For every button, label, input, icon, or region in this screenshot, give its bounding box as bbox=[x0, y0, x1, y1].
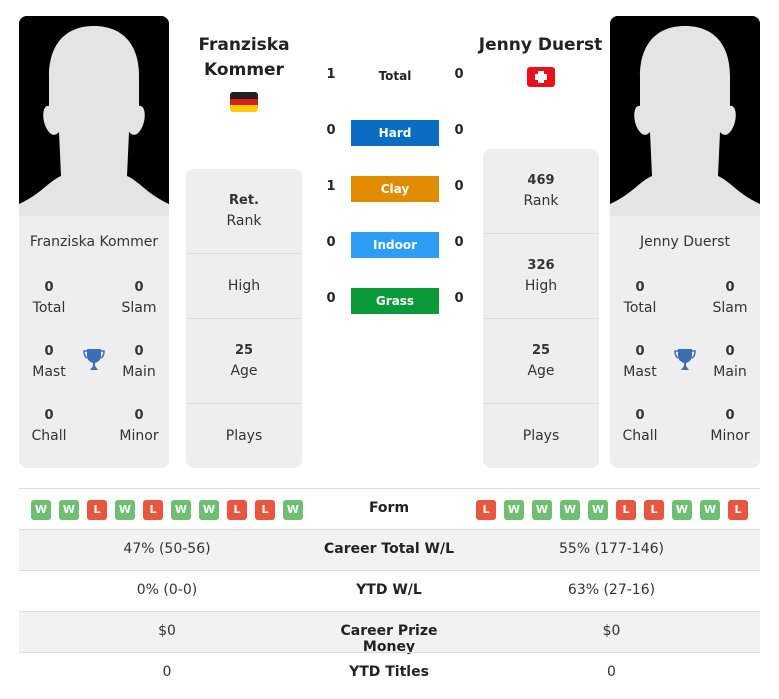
h2h-hard-p1: 0 bbox=[326, 123, 336, 138]
player1-form-badge-win[interactable]: W bbox=[283, 500, 303, 520]
h2h-indoor-p2: 0 bbox=[454, 235, 464, 250]
player2-info: 469 Rank 326 High 25 Age Plays bbox=[483, 149, 599, 468]
player2-total-titles: 0 Total bbox=[623, 280, 657, 316]
player1-form-badge-win[interactable]: W bbox=[199, 500, 219, 520]
surface-indoor-badge[interactable]: Indoor bbox=[351, 232, 439, 258]
player1-info: Ret. Rank High 25 Age Plays bbox=[186, 169, 302, 468]
player2-photo bbox=[610, 16, 760, 216]
player2-slam-titles: 0 Slam bbox=[712, 280, 748, 316]
player2-form-badge-loss[interactable]: L bbox=[644, 500, 664, 520]
h2h-grass-p2: 0 bbox=[454, 291, 464, 306]
player1-form-badge-win[interactable]: W bbox=[115, 500, 135, 520]
player1-rank: Ret. Rank bbox=[186, 169, 302, 254]
player2-rank: 469 Rank bbox=[483, 149, 599, 234]
player1-minor-titles: 0 Minor bbox=[119, 408, 159, 444]
player2-name-heading[interactable]: Jenny Duerst bbox=[470, 33, 611, 58]
player1-card-name: Franziska Kommer bbox=[29, 234, 159, 250]
germany-flag-icon bbox=[230, 92, 258, 112]
ytd-titles-row: 0 YTD Titles 0 bbox=[19, 652, 760, 693]
player1-name-heading[interactable]: Franziska Kommer bbox=[186, 33, 302, 83]
career-total-label: Career Total W/L bbox=[324, 541, 454, 557]
player2-prize-money: $0 bbox=[602, 623, 621, 639]
switzerland-flag-icon bbox=[527, 67, 555, 87]
player1-career-total: 47% (50-56) bbox=[123, 541, 211, 557]
player2-age: 25 Age bbox=[483, 319, 599, 404]
player2-form-badge-loss[interactable]: L bbox=[616, 500, 636, 520]
prize-money-row: $0 Career Prize Money $0 bbox=[19, 611, 760, 655]
player1-photo bbox=[19, 16, 169, 216]
player2-form-badge-loss[interactable]: L bbox=[728, 500, 748, 520]
player-silhouette-icon bbox=[610, 16, 760, 216]
h2h-indoor-p1: 0 bbox=[326, 235, 336, 250]
player1-form-badge-win[interactable]: W bbox=[171, 500, 191, 520]
player2-card: Jenny Duerst 0 Total 0 Slam 0 Mast 0 Main 0C… bbox=[610, 16, 760, 468]
player1-mast-titles: 0 Mast bbox=[32, 344, 66, 380]
player1-high: High bbox=[186, 254, 302, 319]
player1-form: WWLWLWWLLW bbox=[31, 500, 303, 520]
player1-ytd-titles: 0 bbox=[162, 664, 172, 680]
h2h-total-label: Total bbox=[378, 69, 412, 83]
player1-ytd-wl: 0% (0-0) bbox=[136, 582, 198, 598]
player2-card-name: Jenny Duerst bbox=[639, 234, 731, 250]
player-silhouette-icon bbox=[19, 16, 169, 216]
player2-plays: Plays bbox=[522, 428, 560, 444]
player2-minor-titles: 0 Minor bbox=[710, 408, 750, 444]
form-row: WWLWLWWLLW Form LWWWWLLWWL bbox=[19, 488, 760, 529]
prize-money-label: Career Prize Money bbox=[340, 623, 438, 655]
player2-career-total: 55% (177-146) bbox=[559, 541, 664, 557]
player2-form-badge-win[interactable]: W bbox=[560, 500, 580, 520]
player1-card: Franziska Kommer 0 Total 0 Slam 0 Mast 0 Mai… bbox=[19, 16, 169, 468]
player1-slam-titles: 0 Slam bbox=[121, 280, 157, 316]
player1-form-badge-loss[interactable]: L bbox=[87, 500, 107, 520]
player2-high: 326 High bbox=[483, 234, 599, 319]
h2h-clay-p2: 0 bbox=[454, 179, 464, 194]
ytd-titles-label: YTD Titles bbox=[349, 664, 429, 680]
player2-ytd-wl: 63% (27-16) bbox=[567, 582, 656, 598]
h2h-hard-p2: 0 bbox=[454, 123, 464, 138]
h2h-clay-p1: 1 bbox=[326, 179, 336, 194]
player1-chall-titles: 0 Chall bbox=[31, 408, 67, 444]
trophy-icon bbox=[82, 347, 106, 373]
player2-form-badge-win[interactable]: W bbox=[672, 500, 692, 520]
player2-form-badge-win[interactable]: W bbox=[700, 500, 720, 520]
player1-age: 25 Age bbox=[186, 319, 302, 404]
surface-grass-badge[interactable]: Grass bbox=[351, 288, 439, 314]
player2-main-titles: 0 Main bbox=[713, 344, 747, 380]
player2-form-badge-win[interactable]: W bbox=[504, 500, 524, 520]
player2-form-badge-win[interactable]: W bbox=[532, 500, 552, 520]
h2h-grass-p1: 0 bbox=[326, 291, 336, 306]
player2-form: LWWWWLLWWL bbox=[476, 500, 748, 520]
player1-form-badge-loss[interactable]: L bbox=[143, 500, 163, 520]
trophy-icon bbox=[673, 347, 697, 373]
player2-form-badge-win[interactable]: W bbox=[588, 500, 608, 520]
form-label: Form bbox=[368, 500, 410, 516]
player1-plays: Plays bbox=[225, 428, 263, 444]
player1-main-titles: 0 Main bbox=[122, 344, 156, 380]
player2-mast-titles: 0 Mast bbox=[623, 344, 657, 380]
surface-clay-badge[interactable]: Clay bbox=[351, 176, 439, 202]
h2h-total-p1: 1 bbox=[326, 67, 336, 82]
player1-total-titles: 0 Total bbox=[32, 280, 66, 316]
player1-form-badge-loss[interactable]: L bbox=[255, 500, 275, 520]
career-total-row: 47% (50-56) Career Total W/L 55% (177-14… bbox=[19, 529, 760, 570]
player1-form-badge-win[interactable]: W bbox=[59, 500, 79, 520]
ytd-wl-row: 0% (0-0) YTD W/L 63% (27-16) bbox=[19, 570, 760, 611]
player1-form-badge-win[interactable]: W bbox=[31, 500, 51, 520]
player2-form-badge-loss[interactable]: L bbox=[476, 500, 496, 520]
h2h-total-p2: 0 bbox=[454, 67, 464, 82]
player2-chall-titles: 0 Chall bbox=[622, 408, 658, 444]
ytd-wl-label: YTD W/L bbox=[356, 582, 422, 598]
surface-hard-badge[interactable]: Hard bbox=[351, 120, 439, 146]
player1-prize-money: $0 bbox=[158, 623, 176, 639]
player2-ytd-titles: 0 bbox=[607, 664, 616, 680]
player1-form-badge-loss[interactable]: L bbox=[227, 500, 247, 520]
